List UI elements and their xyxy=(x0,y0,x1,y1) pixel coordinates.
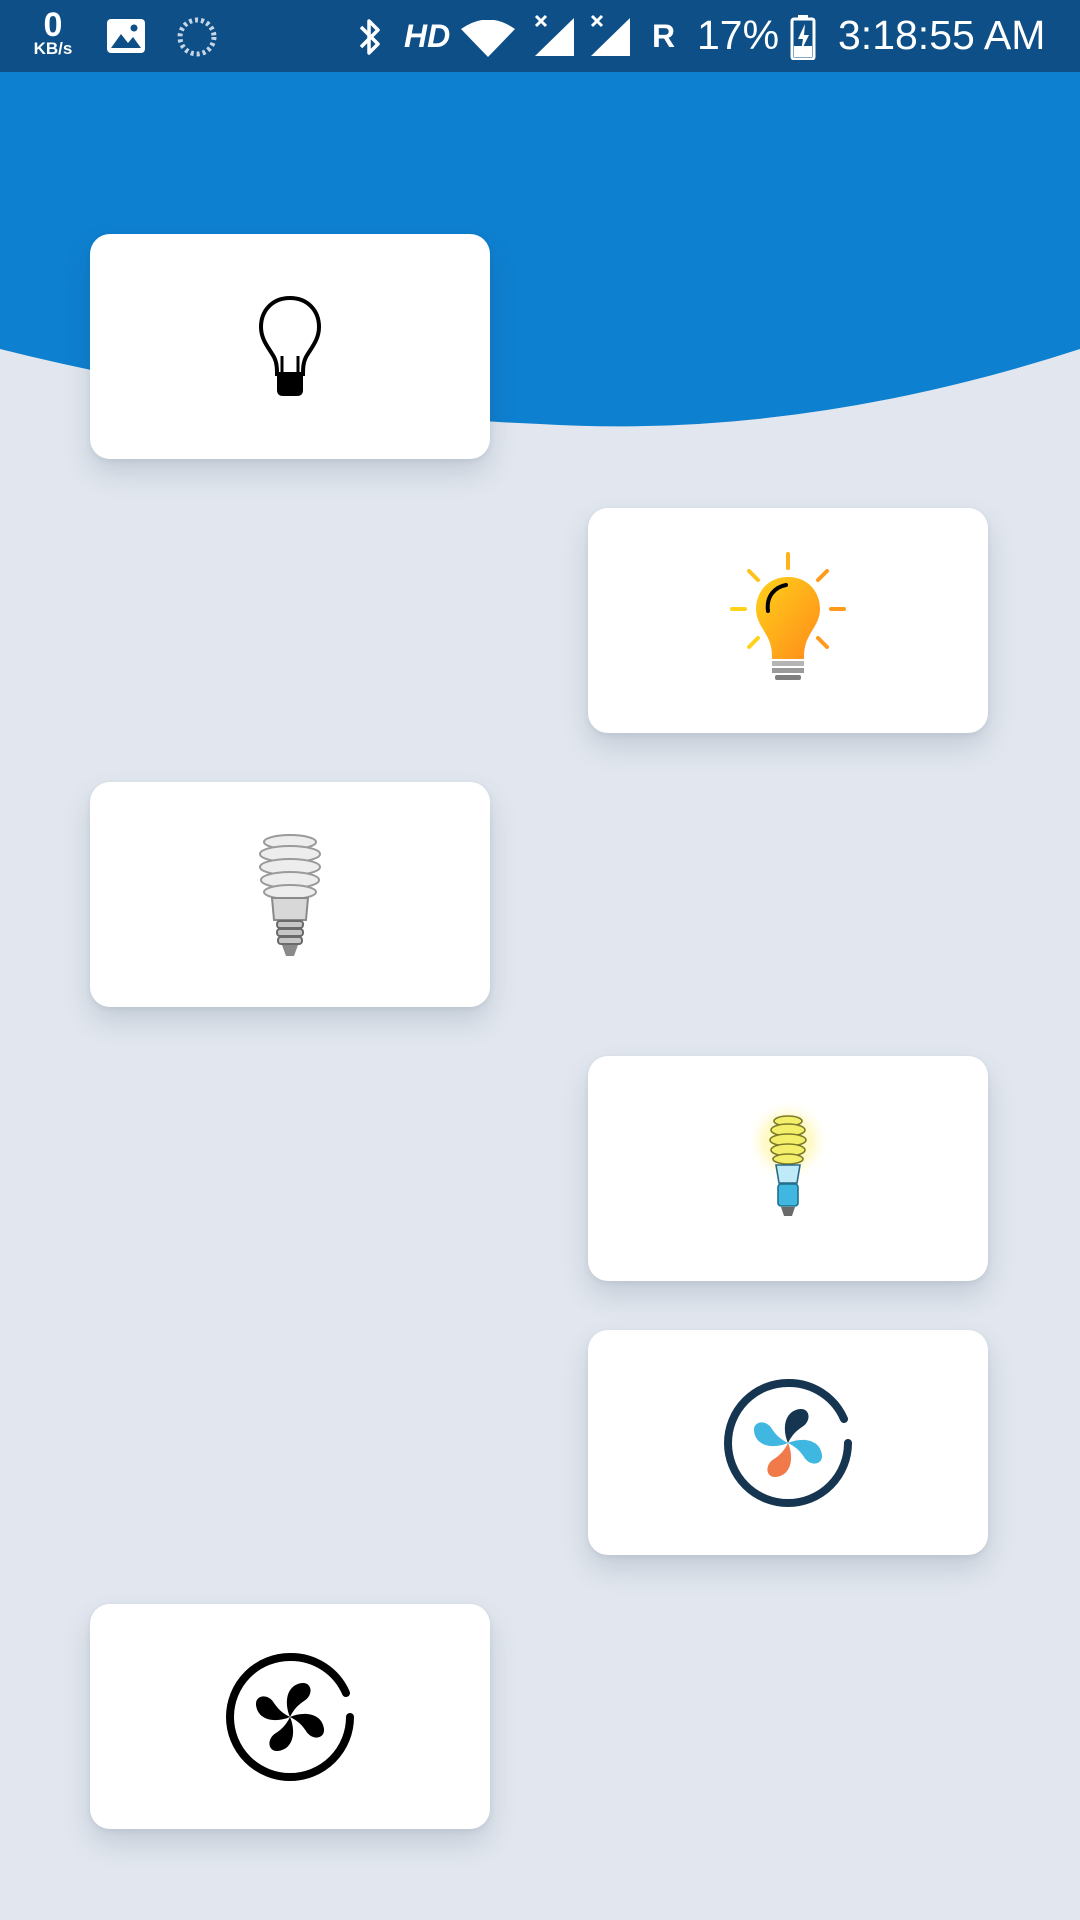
clock-time: 3:18:55 AM xyxy=(838,12,1046,58)
status-bar: 0 KB/s HD R 17% 3:18:55 AM xyxy=(0,0,1080,72)
device-card-fan-on[interactable] xyxy=(588,1330,988,1555)
net-speed-value: 0 xyxy=(43,6,63,44)
fan-outline-icon xyxy=(222,1649,358,1785)
net-speed-unit: KB/s xyxy=(33,39,73,58)
device-card-cfl-on[interactable] xyxy=(588,1056,988,1281)
fan-colored-icon xyxy=(720,1375,856,1511)
device-card-bulb-off[interactable] xyxy=(90,234,490,459)
network-type-label: HD xyxy=(404,18,451,54)
lightbulb-glowing-icon xyxy=(723,551,853,691)
battery-charging-icon xyxy=(790,14,816,65)
gallery-icon xyxy=(106,18,146,59)
sync-icon xyxy=(176,16,218,63)
cfl-bulb-on-icon xyxy=(738,1098,838,1239)
roaming-indicator: R xyxy=(652,18,676,54)
bluetooth-icon xyxy=(356,16,384,63)
battery-percentage: 17% xyxy=(697,12,780,58)
device-card-fan-off[interactable] xyxy=(90,1604,490,1829)
signal-sim2-icon xyxy=(588,14,634,63)
wifi-icon xyxy=(460,19,516,63)
net-speed-indicator: 0 KB/s xyxy=(28,8,78,57)
device-card-cfl-off[interactable] xyxy=(90,782,490,1007)
signal-sim1-icon xyxy=(532,14,578,63)
device-card-bulb-on[interactable] xyxy=(588,508,988,733)
cfl-bulb-off-icon xyxy=(250,830,330,960)
lightbulb-outline-icon xyxy=(255,292,325,402)
